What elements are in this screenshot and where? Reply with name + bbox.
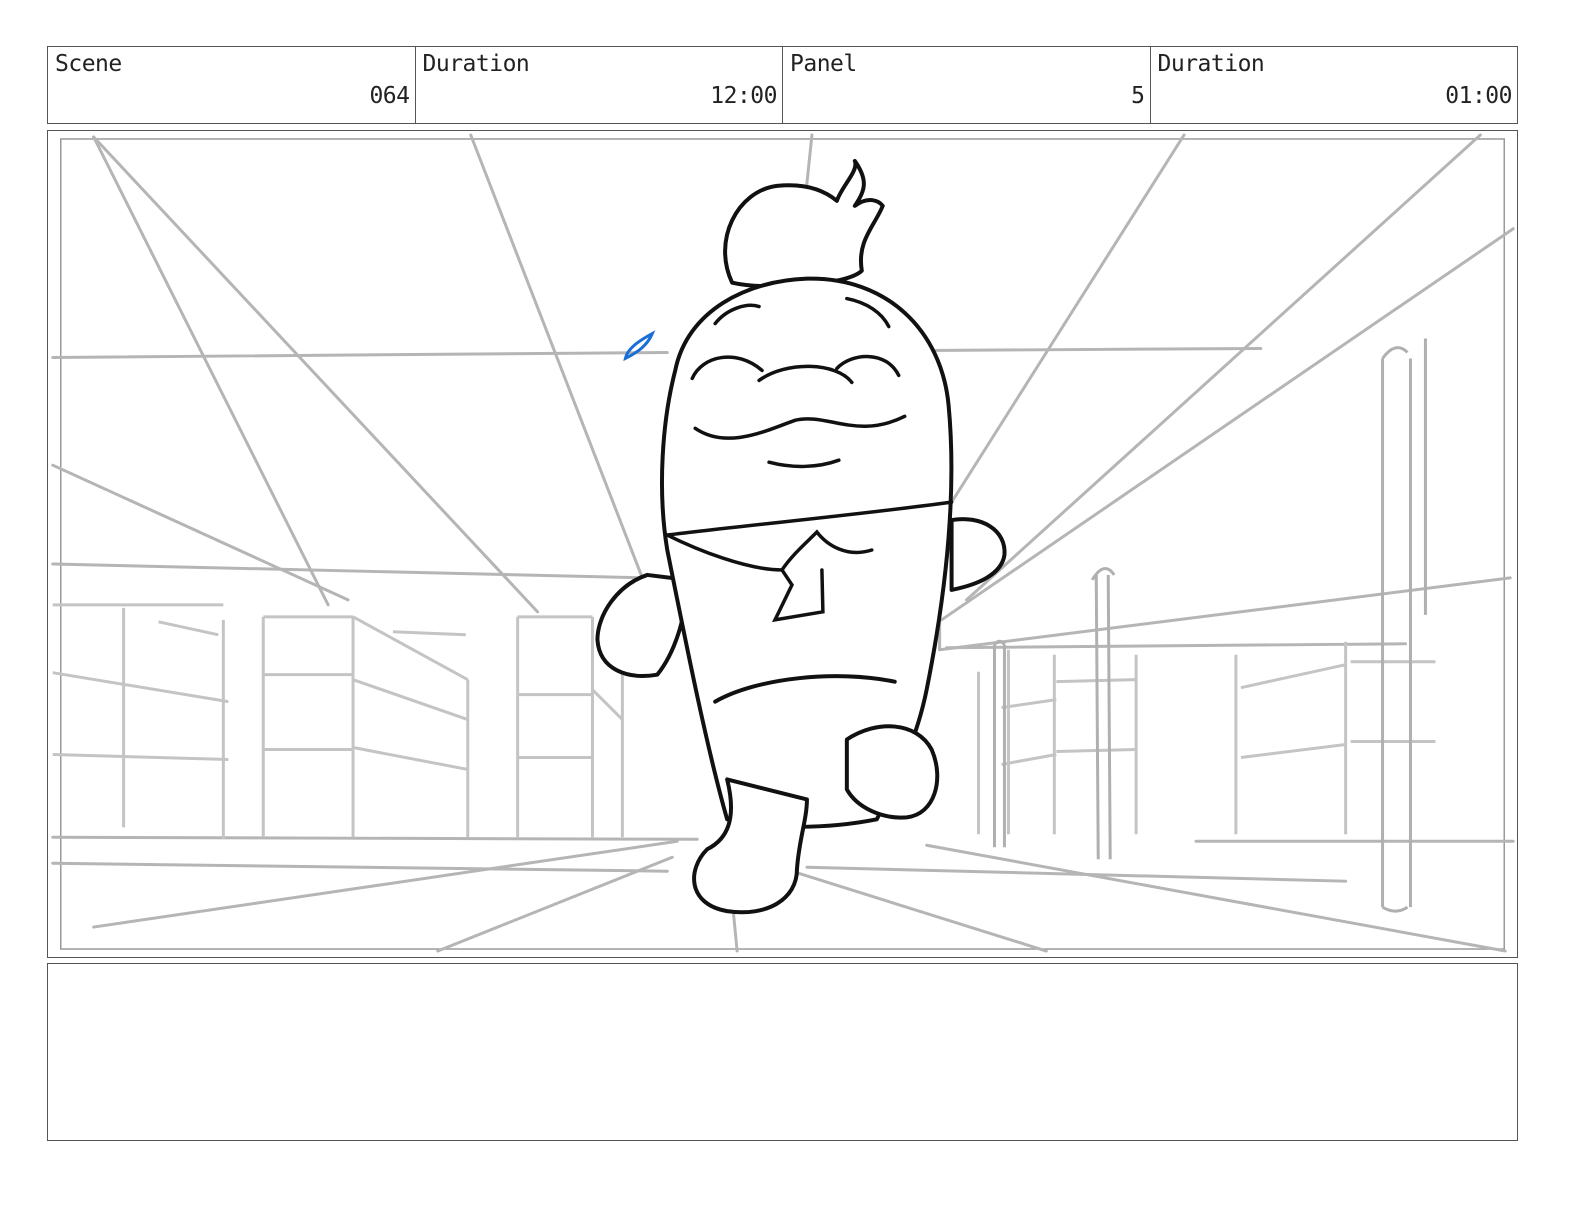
panel-duration-label: Duration: [1157, 51, 1265, 77]
scene-duration-cell: Duration 12:00: [416, 47, 783, 123]
panel-notes-box: [47, 963, 1518, 1141]
scene-duration-value: 12:00: [710, 83, 777, 109]
panel-cell: Panel 5: [783, 47, 1151, 123]
panel-label: Panel: [790, 51, 857, 77]
scene-label: Scene: [55, 51, 122, 77]
panel-duration-cell: Duration 01:00: [1151, 47, 1518, 123]
scene-duration-label: Duration: [422, 51, 530, 77]
storyboard-panel-image: [47, 130, 1518, 958]
panel-duration-value: 01:00: [1445, 83, 1512, 109]
scene-cell: Scene 064: [48, 47, 416, 123]
storyboard-sketch-icon: [51, 133, 1515, 953]
scene-number: 064: [369, 83, 410, 109]
storyboard-header: Scene 064 Duration 12:00 Panel 5 Duratio…: [47, 46, 1518, 124]
panel-number: 5: [1131, 83, 1145, 109]
